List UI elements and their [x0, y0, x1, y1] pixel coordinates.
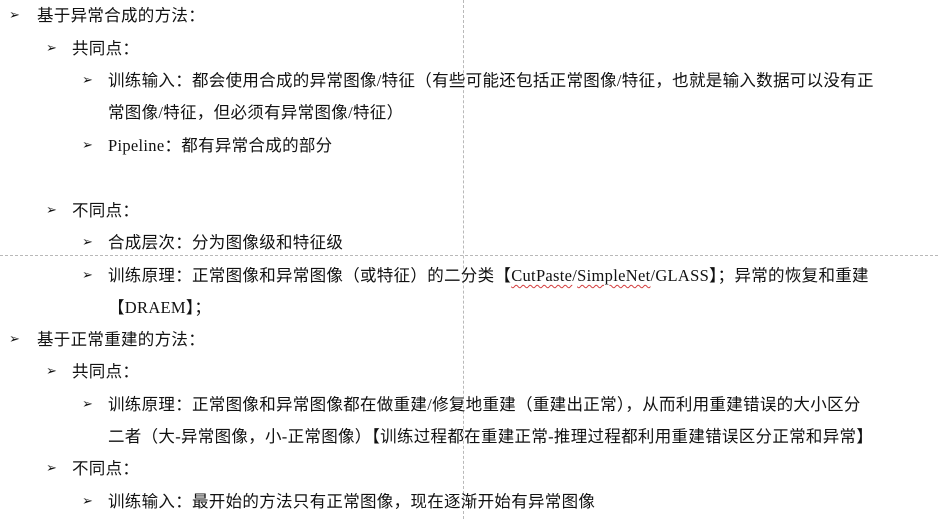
bullet-arrow-icon: ➢: [46, 203, 57, 218]
item-text: 训练原理：正常图像和异常图像都在做重建/修复地重建（重建出正常），从而利用重建错…: [108, 395, 861, 414]
bullet-arrow-icon: ➢: [82, 73, 93, 88]
item-text: 训练输入：都会使用合成的异常图像/特征（有些可能还包括正常图像/特征，也就是输入…: [108, 71, 874, 90]
diff-label: 不同点：: [72, 201, 140, 220]
bullet-arrow-icon: ➢: [9, 8, 20, 23]
item-text-continued: 常图像/特征，但必须有异常图像/特征）: [108, 103, 404, 122]
item-text: 训练原理：正常图像和异常图像（或特征）的二分类【CutPaste/SimpleN…: [108, 266, 869, 286]
item-text-suffix: /GLASS】；异常的恢复和重建: [650, 266, 869, 285]
item-text-prefix: 训练原理：正常图像和异常图像（或特征）的二分类【: [108, 266, 512, 285]
item-text: 合成层次：分为图像级和特征级: [108, 233, 344, 252]
bullet-arrow-icon: ➢: [82, 138, 93, 153]
common-label: 共同点：: [72, 362, 140, 381]
item-text: 训练输入：最开始的方法只有正常图像，现在逐渐开始有异常图像: [108, 492, 596, 511]
horizontal-guide-line: [0, 255, 938, 256]
common-label: 共同点：: [72, 39, 140, 58]
item-text-continued: 二者（大-异常图像，小-正常图像）【训练过程都在重建正常-推理过程都利用重建错误…: [108, 427, 874, 446]
bullet-arrow-icon: ➢: [9, 332, 20, 347]
item-text-continued: 【DRAEM】；: [108, 298, 212, 317]
section-title: 基于异常合成的方法：: [37, 6, 205, 25]
bullet-arrow-icon: ➢: [46, 461, 57, 476]
diff-label: 不同点：: [72, 459, 140, 478]
item-text: Pipeline：都有异常合成的部分: [108, 136, 333, 155]
bullet-arrow-icon: ➢: [82, 268, 93, 283]
section-title: 基于正常重建的方法：: [37, 330, 205, 349]
bullet-arrow-icon: ➢: [46, 364, 57, 379]
bullet-arrow-icon: ➢: [82, 494, 93, 509]
bullet-arrow-icon: ➢: [46, 41, 57, 56]
spellcheck-word-simplenet: SimpleNet: [577, 266, 651, 285]
spellcheck-word-cutpaste: CutPaste: [511, 266, 573, 285]
bullet-arrow-icon: ➢: [82, 397, 93, 412]
bullet-arrow-icon: ➢: [82, 235, 93, 250]
